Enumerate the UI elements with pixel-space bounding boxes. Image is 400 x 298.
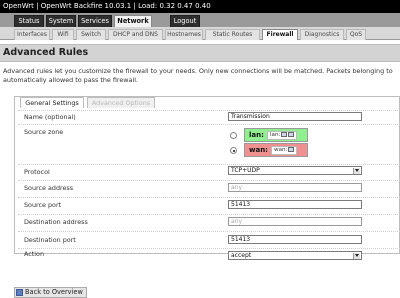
network-icon [288,147,295,152]
subtab-firewall[interactable]: Firewall [262,29,298,40]
lan-network-tag: lan: [267,131,298,140]
name-label: Name (optional) [24,113,76,121]
tab-system[interactable]: System [46,15,76,27]
description-line-2: automatically allowed to pass the firewa… [3,76,139,84]
source-address-label: Source address [24,184,74,192]
destination-port-label: Destination port [24,236,76,244]
tab-services[interactable]: Services [78,15,112,27]
lan-zone-radio[interactable] [230,132,237,139]
destination-address-label: Destination address [24,218,88,226]
page-title: Advanced Rules [0,44,400,62]
network-icon [281,132,288,137]
source-address-input[interactable]: any [228,183,362,192]
subtab-dhcp-dns[interactable]: DHCP and DNS [108,29,163,40]
source-port-input[interactable]: 51413 [228,200,362,209]
main-nav: Status System Services Network Logout [0,13,400,27]
back-label: Back to Overview [25,288,83,296]
back-arrow-icon [16,289,23,296]
header-bar: OpenWrt | OpenWrt Backfire 10.03.1 | Loa… [0,0,400,13]
tab-general-settings[interactable]: General Settings [20,97,84,108]
protocol-label: Protocol [24,168,50,176]
subtab-interfaces[interactable]: Interfaces [14,29,50,40]
sub-nav: Interfaces Wifi Switch DHCP and DNS Host… [0,27,400,40]
destination-port-input[interactable]: 51413 [228,235,362,244]
subtab-hostnames[interactable]: Hostnames [165,29,203,40]
tab-logout[interactable]: Logout [170,15,200,27]
lan-zone[interactable]: lan: lan: [244,128,308,142]
protocol-select[interactable]: TCP+UDP [228,166,362,175]
subtab-qos[interactable]: QoS [346,29,366,40]
wan-zone-radio[interactable] [230,147,237,154]
description-line-1: Advanced rules let you customize the fir… [3,67,393,75]
destination-address-input[interactable]: any [228,217,362,226]
action-value: accept [231,252,252,259]
page-description: Advanced rules let you customize the fir… [3,67,400,85]
subtab-switch[interactable]: Switch [76,29,106,40]
back-to-overview-button[interactable]: Back to Overview [14,287,87,298]
lan-network-label: lan: [270,132,281,138]
subtab-diagnostics[interactable]: Diagnostics [300,29,344,40]
protocol-value: TCP+UDP [231,167,260,174]
source-port-label: Source port [24,201,62,209]
wan-network-tag: wan: [271,146,298,155]
name-input[interactable]: Transmission [228,112,362,121]
row-source-zone: Source zone [18,124,400,164]
tab-status[interactable]: Status [14,15,44,27]
source-zone-label: Source zone [24,128,64,136]
network-icon [288,132,295,137]
wan-zone-name: wan: [247,146,270,155]
chevron-down-icon [353,168,360,174]
tab-advanced-options[interactable]: Advanced Options [87,97,155,108]
wan-zone[interactable]: wan: wan: [244,143,308,157]
action-select[interactable]: accept [228,251,362,260]
lan-zone-name: lan: [247,131,266,140]
wan-network-label: wan: [274,147,288,153]
action-label: Action [24,250,45,258]
chevron-down-icon [353,253,360,259]
subtab-static-routes[interactable]: Static Routes [205,29,260,40]
tab-network[interactable]: Network [114,15,152,27]
subtab-wifi[interactable]: Wifi [52,29,74,40]
